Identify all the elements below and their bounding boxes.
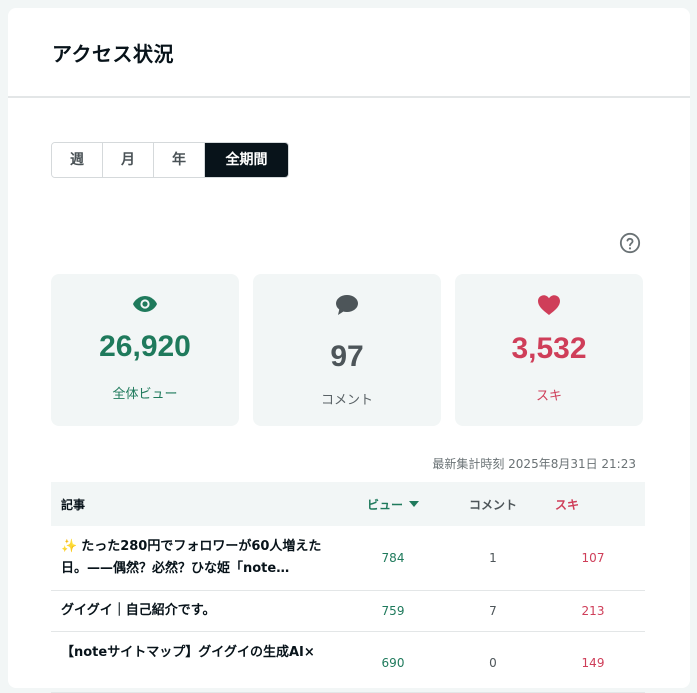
likes-label: スキ (535, 389, 562, 404)
table-row[interactable]: ✨ たった280円でフォロワーが60人増えた日。——偶然？必然？ひな姫「note…… (51, 526, 645, 591)
total-views-label: 全体ビュー (112, 387, 178, 402)
header-likes[interactable]: スキ (541, 496, 645, 513)
period-week-button[interactable]: 週 (52, 143, 103, 177)
comments-card: 97 コメント (253, 274, 441, 426)
header-comments[interactable]: コメント (445, 496, 541, 513)
table-row[interactable]: 【noteサイトマップ】グイグイの生成AI× 690 0 149 (51, 632, 645, 693)
comments-value: 97 (330, 340, 364, 373)
eye-icon (133, 296, 157, 312)
header-views-label: ビュー (366, 497, 403, 512)
header-title: 記事 (61, 497, 86, 512)
table-row[interactable]: グイグイ｜自己紹介です。 759 7 213 (51, 591, 645, 632)
row-comments: 7 (489, 604, 497, 618)
article-title[interactable]: 【noteサイトマップ】グイグイの生成AI× (51, 632, 341, 672)
row-views: 759 (381, 604, 405, 618)
period-month-button[interactable]: 月 (103, 143, 154, 177)
row-likes: 149 (581, 656, 605, 670)
period-all-time-button[interactable]: 全期間 (205, 143, 288, 177)
access-status-panel: アクセス状況 週 月 年 全期間 26,920 全体ビュー 97 コメント 3,… (8, 8, 690, 693)
question-circle-icon[interactable] (619, 232, 641, 254)
comments-label: コメント (320, 393, 373, 408)
table-header: 記事 ビュー コメント スキ (51, 482, 645, 526)
caret-down-icon (409, 501, 419, 507)
row-views: 784 (381, 551, 405, 565)
articles-table: 記事 ビュー コメント スキ ✨ たった280円でフォロワーが60人増えた日。——… (51, 482, 645, 693)
last-updated-timestamp: 最新集計時刻 2025年8月31日 21:23 (432, 457, 636, 471)
likes-card: 3,532 スキ (455, 274, 643, 426)
row-likes: 107 (581, 551, 605, 565)
article-title[interactable]: ✨ たった280円でフォロワーが60人増えた日。——偶然？必然？ひな姫「note… (61, 536, 341, 580)
row-comments: 1 (489, 551, 497, 565)
period-year-button[interactable]: 年 (154, 143, 205, 177)
header-divider (8, 96, 690, 98)
total-views-value: 26,920 (99, 330, 191, 363)
row-views: 690 (381, 656, 405, 670)
total-views-card: 26,920 全体ビュー (51, 274, 239, 426)
heart-icon (538, 295, 560, 315)
row-comments: 0 (489, 656, 497, 670)
likes-value: 3,532 (511, 332, 587, 365)
article-title[interactable]: グイグイ｜自己紹介です。 (51, 592, 341, 630)
page-title: アクセス状況 (52, 42, 174, 66)
header-views-sort[interactable]: ビュー (341, 496, 445, 513)
speech-bubble-icon (336, 295, 358, 315)
period-selector: 週 月 年 全期間 (51, 142, 289, 178)
row-likes: 213 (581, 604, 605, 618)
sparkles-icon: ✨ (61, 539, 78, 554)
